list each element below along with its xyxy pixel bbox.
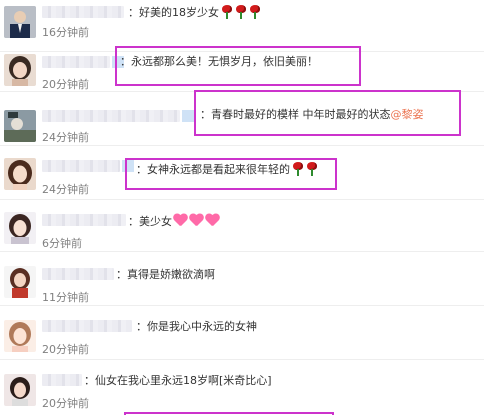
avatar-image [4, 212, 36, 244]
comment-time[interactable]: 20分钟前 [42, 79, 89, 91]
avatar-image [4, 266, 36, 298]
avatar[interactable] [4, 6, 36, 38]
comment-time[interactable]: 24分钟前 [42, 132, 89, 144]
username-blurred[interactable] [42, 110, 194, 122]
heart-icon [173, 214, 188, 228]
heart-icon [205, 214, 220, 228]
heart-icon [189, 214, 204, 228]
avatar-image [4, 374, 36, 406]
highlight-box [115, 46, 361, 86]
comment-item: ：仙女在我心里永远18岁啊[米奇比心] 20分钟前 [0, 360, 484, 415]
highlight-box [125, 158, 337, 190]
comment-text: ：好美的18岁少女 [128, 5, 261, 20]
username-blurred[interactable] [42, 320, 132, 332]
comment-time[interactable]: 11分钟前 [42, 292, 89, 304]
username-blurred[interactable] [42, 160, 134, 172]
comment-text: ：真得是娇嫩欲滴啊 [116, 268, 215, 281]
comment-time[interactable]: 16分钟前 [42, 27, 89, 39]
avatar[interactable] [4, 320, 36, 352]
comment-time[interactable]: 20分钟前 [42, 344, 89, 356]
rose-icon [249, 5, 261, 19]
rose-icon [235, 5, 247, 19]
avatar[interactable] [4, 158, 36, 190]
avatar[interactable] [4, 54, 36, 86]
avatar[interactable] [4, 266, 36, 298]
username-blurred[interactable] [42, 268, 114, 280]
comment-item: ：你是我心中永远的女神 20分钟前 [0, 306, 484, 360]
rose-icon [221, 5, 233, 19]
avatar-image [4, 6, 36, 38]
comment-text: ：你是我心中永远的女神 [136, 320, 257, 333]
comment-item: ：美少女 6分钟前 [0, 200, 484, 252]
username-blurred[interactable] [42, 214, 126, 226]
highlight-box [194, 90, 461, 136]
avatar-image [4, 110, 36, 142]
username-blurred[interactable] [42, 374, 82, 386]
avatar[interactable] [4, 374, 36, 406]
avatar-image [4, 320, 36, 352]
username-blurred[interactable] [42, 56, 124, 68]
comment-item: ：真得是娇嫩欲滴啊 11分钟前 [0, 252, 484, 306]
comment-text-body: ：好美的18岁少女 [128, 6, 219, 19]
comment-text: ：仙女在我心里永远18岁啊[米奇比心] [84, 374, 272, 387]
avatar-image [4, 158, 36, 190]
avatar-image [4, 54, 36, 86]
comment-time[interactable]: 20分钟前 [42, 398, 89, 410]
comment-time[interactable]: 24分钟前 [42, 184, 89, 196]
comment-text: ：美少女 [128, 214, 220, 229]
comment-time[interactable]: 6分钟前 [42, 238, 82, 250]
comment-text-body: ：美少女 [128, 215, 172, 228]
username-blurred[interactable] [42, 6, 124, 18]
avatar[interactable] [4, 212, 36, 244]
avatar[interactable] [4, 110, 36, 142]
